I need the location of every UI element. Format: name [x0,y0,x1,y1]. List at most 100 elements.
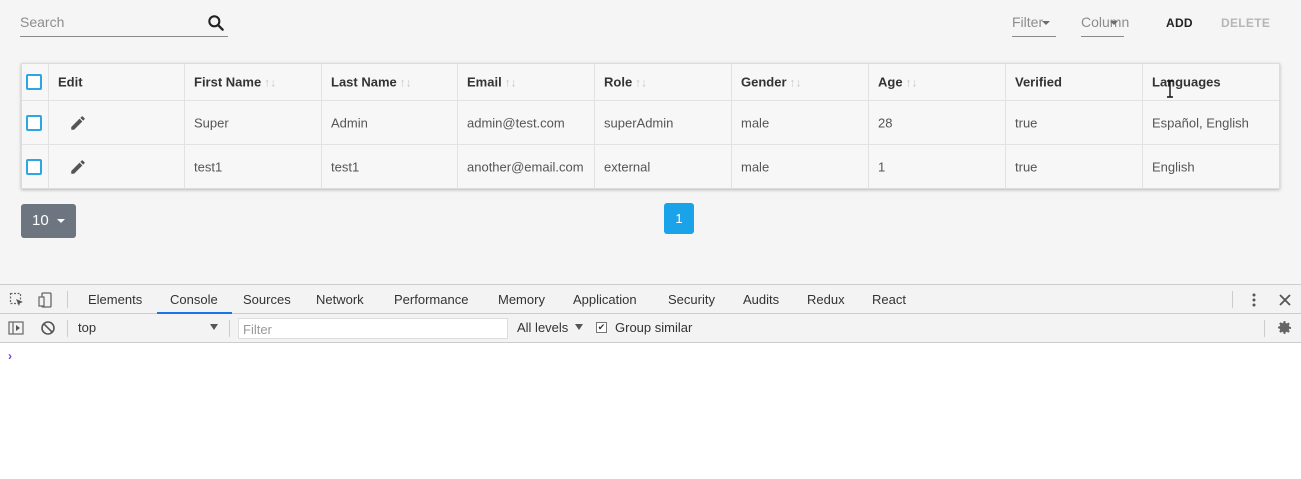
row-select-cell [22,101,49,144]
cell-first-name: Super [185,101,322,144]
header-age-label: Age [878,74,903,90]
context-selector[interactable]: top [78,320,96,335]
cell-last-name: Admin [322,101,458,144]
tab-redux[interactable]: Redux [807,292,845,307]
console-toolbar: top Filter All levels ✔ Group similar [0,314,1301,343]
cell-role: superAdmin [595,101,732,144]
row-checkbox[interactable] [26,159,42,175]
select-all-checkbox[interactable] [26,74,42,90]
cell-text: another@email.com [467,159,584,175]
add-button[interactable]: ADD [1166,16,1193,30]
cell-text: 1 [878,159,886,175]
sort-icon[interactable]: ↑↓ [400,76,412,90]
cell-text: Super [194,115,229,130]
header-gender[interactable]: Gender ↑↓ [732,64,869,100]
group-similar-checkbox[interactable]: ✔ [596,322,607,333]
users-table: Edit First Name ↑↓ Last Name ↑↓ Email ↑↓ Ro… [21,63,1280,189]
tab-performance[interactable]: Performance [394,292,468,307]
text-cursor-icon [1167,80,1173,98]
page-button[interactable]: 1 [664,203,694,234]
page-size-dropdown[interactable]: 10 [21,204,76,238]
tab-network[interactable]: Network [316,292,364,307]
app-area: Search Filter Column ADD DELETE Edit Fir… [0,0,1301,284]
tab-elements[interactable]: Elements [88,292,142,307]
chevron-down-icon[interactable] [210,324,218,330]
table-row[interactable]: test1 test1 another@email.com external m… [22,145,1279,189]
cell-text: true [1015,159,1038,175]
cell-email: admin@test.com [458,101,595,144]
header-last-name-label: Last Name [331,74,397,90]
sort-icon[interactable]: ↑↓ [635,76,647,90]
cell-role: external [595,145,732,189]
tab-security[interactable]: Security [668,292,715,307]
search-input[interactable]: Search [20,14,64,30]
sort-icon[interactable]: ↑↓ [906,76,918,90]
header-edit: Edit [49,64,185,100]
tab-audits[interactable]: Audits [743,292,779,307]
header-role[interactable]: Role ↑↓ [595,64,732,100]
cell-first-name: test1 [185,145,322,189]
device-toolbar-icon[interactable] [38,292,54,308]
cell-languages: Español, English [1143,101,1280,144]
console-prompt[interactable]: › [8,349,12,363]
header-email[interactable]: Email ↑↓ [458,64,595,100]
divider [67,291,68,308]
header-last-name[interactable]: Last Name ↑↓ [322,64,458,100]
log-levels-dropdown[interactable]: All levels [517,320,568,335]
cell-gender: male [732,101,869,144]
divider [229,320,230,337]
header-email-label: Email [467,74,502,90]
header-age[interactable]: Age ↑↓ [869,64,1006,100]
cell-text: male [741,115,770,130]
header-select-cell [22,64,49,100]
cell-age: 1 [869,145,1006,189]
cell-email: another@email.com [458,145,595,189]
page-size-value: 10 [32,212,49,229]
divider [1264,320,1265,337]
gear-icon[interactable] [1277,320,1293,336]
cell-text: superAdmin [604,115,674,130]
sort-icon[interactable]: ↑↓ [505,76,517,90]
delete-button[interactable]: DELETE [1221,16,1270,30]
header-languages: Languages [1143,64,1280,100]
sort-icon[interactable]: ↑↓ [790,76,802,90]
header-verified-label: Verified [1015,74,1062,90]
row-checkbox[interactable] [26,114,42,131]
tab-sources[interactable]: Sources [243,292,291,307]
cell-text: test1 [194,159,223,175]
edit-cell [49,101,185,144]
show-sidebar-icon[interactable] [8,320,24,336]
header-role-label: Role [604,74,633,90]
cell-text: 28 [878,115,893,130]
header-first-name[interactable]: First Name ↑↓ [185,64,322,100]
tab-console[interactable]: Console [170,292,218,307]
close-icon[interactable] [1277,292,1293,308]
cell-age: 28 [869,101,1006,144]
caret-down-icon [57,219,65,223]
edit-cell [49,145,185,189]
filter-dropdown-label: Filter [1012,14,1044,30]
console-filter-input[interactable]: Filter [238,318,508,339]
cell-last-name: test1 [322,145,458,189]
chevron-down-icon [1110,21,1118,25]
inspect-element-icon[interactable] [9,292,25,308]
cell-gender: male [732,145,869,189]
more-options-icon[interactable] [1246,292,1262,308]
search-icon[interactable] [206,13,226,33]
search-field[interactable]: Search [20,8,228,37]
sort-icon[interactable]: ↑↓ [264,76,276,90]
column-dropdown[interactable]: Column [1081,8,1129,37]
table-row[interactable]: Super Admin admin@test.com superAdmin ma… [22,101,1279,145]
cell-text: English [1152,159,1195,175]
cell-text: external [604,159,651,175]
clear-console-icon[interactable] [40,320,56,336]
pencil-icon[interactable] [69,114,87,132]
pencil-icon[interactable] [69,158,87,176]
filter-dropdown[interactable]: Filter [1012,8,1056,37]
tab-memory[interactable]: Memory [498,292,545,307]
tab-react[interactable]: React [872,292,906,307]
cell-text: Admin [331,115,368,130]
tab-application[interactable]: Application [573,292,637,307]
cell-verified: true [1006,145,1143,189]
chevron-down-icon[interactable] [575,324,583,330]
